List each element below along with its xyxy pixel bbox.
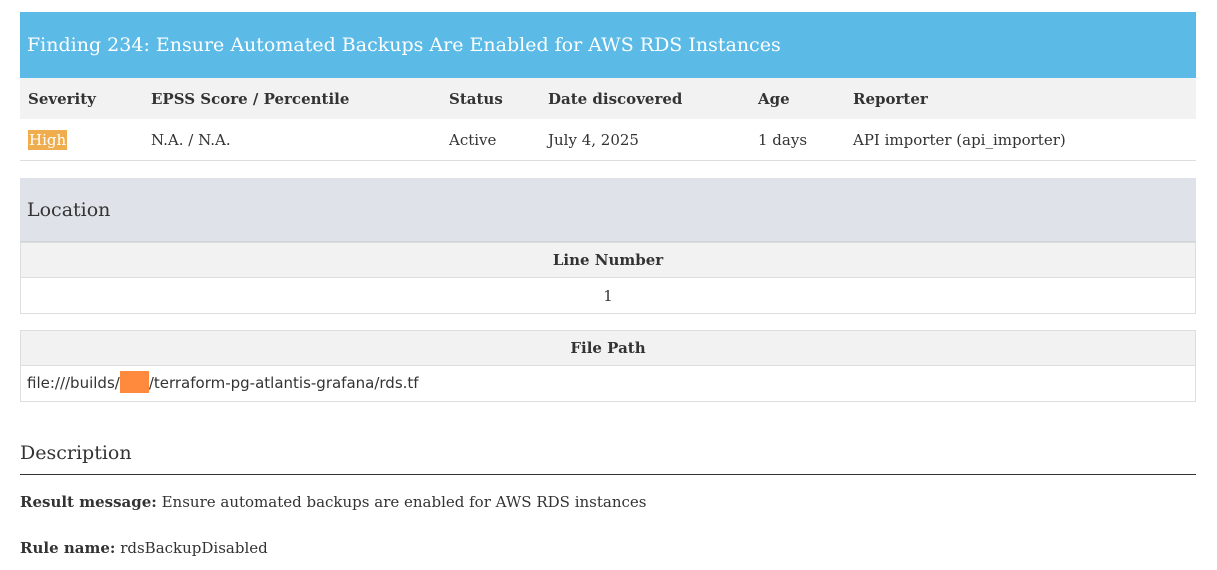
reporter-cell[interactable]: API importer (api_importer) [845, 119, 1196, 161]
location-heading: Location [27, 198, 111, 221]
status-cell: Active [441, 119, 540, 161]
finding-summary-table: Severity EPSS Score / Percentile Status … [20, 78, 1196, 161]
line-number-cell: 1 [603, 286, 613, 305]
finding-header-panel: Finding 234: Ensure Automated Backups Ar… [20, 12, 1196, 78]
file-path-header: File Path [20, 330, 1196, 366]
age-header[interactable]: Age [750, 78, 845, 119]
summary-header-row: Severity EPSS Score / Percentile Status … [20, 78, 1196, 119]
result-message-line: Result message: Ensure automated backups… [20, 493, 1196, 511]
description-heading: Description [20, 442, 132, 464]
date-discovered-header[interactable]: Date discovered [540, 78, 750, 119]
reporter-header[interactable]: Reporter [845, 78, 1196, 119]
rule-name-line: Rule name: rdsBackupDisabled [20, 539, 1196, 557]
finding-page: Finding 234: Ensure Automated Backups Ar… [20, 12, 1196, 557]
rule-name-label: Rule name: [20, 539, 116, 557]
file-path-suffix: /terraform-pg-atlantis-grafana/rds.tf [148, 374, 419, 392]
age-cell: 1 days [750, 119, 845, 161]
reporter-link[interactable]: API importer (api_importer) [853, 131, 1066, 149]
epss-header[interactable]: EPSS Score / Percentile [143, 78, 441, 119]
location-panel-heading: Location [20, 178, 1196, 242]
file-path-prefix: file:///builds/ [27, 374, 120, 392]
result-message-label: Result message: [20, 493, 157, 511]
severity-cell: High [20, 119, 143, 161]
severity-badge: High [28, 129, 68, 150]
file-path-table: File Path file:///builds/ /terraform-pg-a… [20, 330, 1196, 402]
result-message-text: Ensure automated backups are enabled for… [161, 493, 647, 511]
status-header[interactable]: Status [441, 78, 540, 119]
rule-name-text: rdsBackupDisabled [120, 539, 268, 557]
date-discovered-cell: July 4, 2025 [540, 119, 750, 161]
summary-row: High N.A. / N.A. Active July 4, 2025 1 d… [20, 119, 1196, 161]
epss-cell: N.A. / N.A. [143, 119, 441, 161]
line-number-table: Line Number 1 [20, 242, 1196, 314]
description-heading-block: Description [20, 442, 1196, 475]
file-path-cell: file:///builds/ /terraform-pg-atlantis-gr… [21, 366, 1196, 402]
line-number-header: Line Number [20, 242, 1196, 278]
finding-title: Finding 234: Ensure Automated Backups Ar… [27, 34, 781, 56]
severity-header[interactable]: Severity [20, 78, 143, 119]
redacted-block [119, 371, 149, 393]
